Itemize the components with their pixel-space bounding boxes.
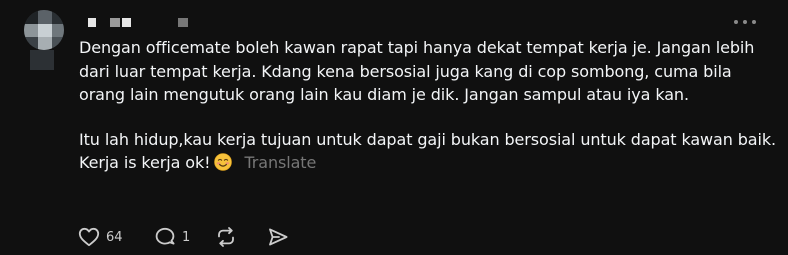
post-paragraph-text: Itu lah hidup,kau kerja tujuan untuk dap…	[79, 129, 777, 173]
smiling-face-emoji	[214, 153, 233, 172]
reply-button[interactable]: 1	[154, 227, 215, 247]
translate-link[interactable]: Translate	[244, 153, 316, 172]
share-button[interactable]	[267, 227, 289, 247]
username-redacted[interactable]	[86, 14, 196, 30]
post-paragraph: Itu lah hidup,kau kerja tujuan untuk dap…	[79, 128, 779, 175]
more-dot	[743, 20, 747, 24]
repost-button[interactable]	[215, 226, 267, 248]
more-dots-icon[interactable]	[734, 18, 756, 26]
heart-icon	[78, 227, 100, 247]
like-button[interactable]: 64	[78, 227, 154, 247]
post-body: Dengan officemate boleh kawan rapat tapi…	[79, 36, 779, 175]
thread-post: Dengan officemate boleh kawan rapat tapi…	[0, 0, 788, 255]
action-bar: 64 1	[78, 224, 289, 250]
repost-icon	[218, 227, 234, 247]
more-dot	[734, 20, 738, 24]
post-paragraph: Dengan officemate boleh kawan rapat tapi…	[79, 38, 755, 105]
comment-icon	[155, 227, 175, 245]
like-count: 64	[106, 229, 123, 245]
avatar-shadow	[30, 50, 54, 70]
avatar[interactable]	[24, 10, 64, 50]
share-icon	[269, 228, 288, 246]
more-dot	[752, 20, 756, 24]
reply-count: 1	[182, 229, 191, 245]
